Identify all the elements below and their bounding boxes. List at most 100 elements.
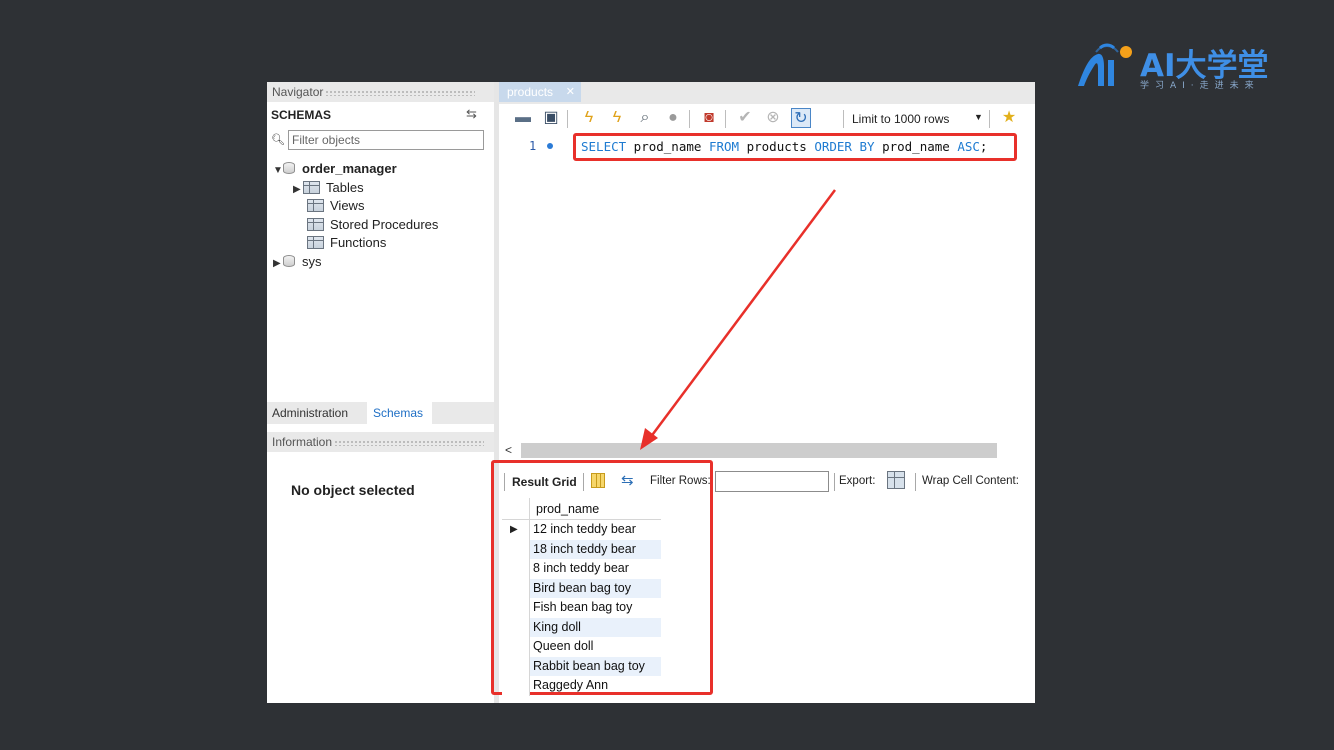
tree-item-views[interactable]: Views	[307, 197, 364, 215]
chevron-down-icon[interactable]: ▼	[974, 112, 983, 122]
sql-text: ;	[979, 139, 988, 154]
toolbar-separator	[725, 110, 726, 128]
grip-dots	[334, 439, 485, 446]
expanded-triangle-icon[interactable]: ▼	[273, 162, 283, 180]
row-header[interactable]	[502, 676, 530, 696]
table-cell[interactable]: Bird bean bag toy	[530, 578, 661, 598]
refresh-schemas-icon[interactable]: ⇆	[466, 106, 477, 122]
row-header[interactable]	[502, 559, 530, 579]
row-header[interactable]	[502, 598, 530, 618]
explain-icon[interactable]: ⌕	[635, 108, 655, 128]
export-icon[interactable]	[887, 471, 905, 489]
database-icon	[283, 162, 295, 174]
tree-label: Stored Procedures	[330, 216, 439, 232]
scroll-thumb[interactable]	[521, 443, 997, 458]
collapsed-triangle-icon[interactable]: ▶	[273, 255, 283, 273]
search-icon: 🔍︎	[271, 134, 285, 146]
limit-rows-select[interactable]: Limit to 1000 rows	[852, 112, 949, 126]
stop-icon[interactable]: ●	[663, 108, 683, 128]
table-cell[interactable]: Fish bean bag toy	[530, 598, 661, 618]
line-number: 1	[529, 139, 537, 153]
table-cell[interactable]: Queen doll	[530, 637, 661, 657]
sql-keyword: ORDER BY	[814, 139, 875, 154]
horizontal-scrollbar[interactable]: <	[499, 442, 1035, 459]
table-row[interactable]: 8 inch teddy bear	[502, 559, 661, 579]
toolbar-separator	[989, 110, 990, 128]
current-row-pointer-icon: ▶	[510, 524, 518, 535]
toolbar-separator	[689, 110, 690, 128]
table-row[interactable]: Queen doll	[502, 637, 661, 657]
row-header[interactable]	[502, 539, 530, 559]
table-cell[interactable]: Rabbit bean bag toy	[530, 656, 661, 676]
tree-item-stored-procedures[interactable]: Stored Procedures	[307, 216, 438, 234]
filter-rows-input[interactable]	[715, 471, 829, 492]
toolbar-separator	[567, 110, 568, 128]
information-title-bar: Information	[267, 432, 494, 452]
rollback-icon[interactable]: ⊗	[763, 108, 783, 128]
execute-icon[interactable]: ϟ	[579, 108, 599, 128]
tree-item-sys[interactable]: ▶ sys	[273, 253, 322, 271]
toolbar-separator	[834, 473, 835, 491]
save-icon[interactable]: ▣	[541, 108, 561, 128]
grid-corner	[502, 498, 530, 519]
grid-view-icon[interactable]	[591, 473, 605, 488]
commit-icon[interactable]: ✔	[735, 108, 755, 128]
autocommit-icon[interactable]: ↻	[791, 108, 811, 128]
no-object-text: No object selected	[291, 482, 415, 498]
table-row[interactable]: King doll	[502, 617, 661, 637]
result-grid-tab[interactable]: Result Grid	[512, 475, 577, 489]
database-icon	[283, 254, 295, 267]
table-cell[interactable]: 8 inch teddy bear	[530, 559, 661, 579]
execute-current-icon[interactable]: ϟ	[607, 108, 627, 128]
row-header[interactable]	[502, 656, 530, 676]
row-header[interactable]: ▶	[502, 520, 530, 540]
navigator-title-bar: Navigator	[267, 82, 494, 102]
tree-item-functions[interactable]: Functions	[307, 234, 386, 252]
tab-label: products	[507, 85, 554, 99]
table-row[interactable]: 18 inch teddy bear	[502, 539, 661, 559]
table-cell[interactable]: 12 inch teddy bear	[530, 520, 661, 540]
tree-label: Views	[330, 198, 365, 213]
table-cell[interactable]: 18 inch teddy bear	[530, 539, 661, 559]
tab-products[interactable]: products ✕	[499, 82, 581, 102]
navigator-title: Navigator	[272, 85, 324, 99]
row-header[interactable]	[502, 637, 530, 657]
brand-logo: AI大学堂 学习AI·走进未来	[1074, 40, 1294, 92]
export-label: Export:	[839, 475, 876, 487]
row-header[interactable]	[502, 617, 530, 637]
refresh-icon[interactable]: ⇆	[621, 471, 634, 489]
toolbar-separator	[583, 473, 584, 491]
tab-administration[interactable]: Administration	[267, 402, 353, 424]
row-header[interactable]	[502, 578, 530, 598]
close-icon[interactable]: ✕	[566, 82, 575, 102]
view-icon	[307, 199, 324, 212]
tree-item-order-manager[interactable]: ▼ order_manager	[273, 160, 397, 178]
collapsed-triangle-icon[interactable]: ▶	[293, 181, 303, 199]
filter-objects-input[interactable]	[288, 130, 484, 150]
table-row[interactable]: Raggedy Ann	[502, 676, 661, 696]
sql-toolbar: ▬ ▣ ϟ ϟ ⌕ ● ◙ ✔ ⊗ ↻ Limit to 1000 rows ▼…	[499, 105, 1035, 133]
table-row[interactable]: Rabbit bean bag toy	[502, 656, 661, 676]
table-row[interactable]: ▶ 12 inch teddy bear	[502, 520, 661, 540]
tree-label: Tables	[326, 179, 364, 195]
table-cell[interactable]: Raggedy Ann	[530, 676, 661, 696]
toolbar-separator	[504, 473, 505, 491]
beautify-star-icon[interactable]: ★	[999, 108, 1019, 128]
tree-item-tables[interactable]: ▶ Tables	[293, 179, 364, 197]
procedure-icon	[307, 217, 324, 231]
scroll-left-icon[interactable]: <	[505, 442, 512, 459]
sql-editor[interactable]: 1 SELECT prod_name FROM products ORDER B…	[499, 133, 1035, 443]
workbench-window: Navigator SCHEMAS ⇆ 🔍︎ ▼ order_manager ▶ T…	[267, 82, 1035, 703]
table-row[interactable]: Fish bean bag toy	[502, 598, 661, 618]
editor-panel: products ✕ ▬ ▣ ϟ ϟ ⌕ ● ◙ ✔ ⊗ ↻ Limit to …	[491, 82, 1035, 703]
sql-statement[interactable]: SELECT prod_name FROM products ORDER BY …	[581, 139, 987, 154]
column-header-prod-name[interactable]: prod_name	[536, 502, 599, 516]
statement-marker-icon	[547, 143, 553, 149]
filter-objects: 🔍︎	[271, 130, 486, 152]
open-folder-icon[interactable]: ▬	[513, 108, 533, 128]
table-row[interactable]: Bird bean bag toy	[502, 578, 661, 598]
table-cell[interactable]: King doll	[530, 617, 661, 637]
grip-dots	[325, 89, 476, 96]
tab-schemas[interactable]: Schemas	[367, 402, 432, 424]
toggle-error-icon[interactable]: ◙	[699, 108, 719, 128]
